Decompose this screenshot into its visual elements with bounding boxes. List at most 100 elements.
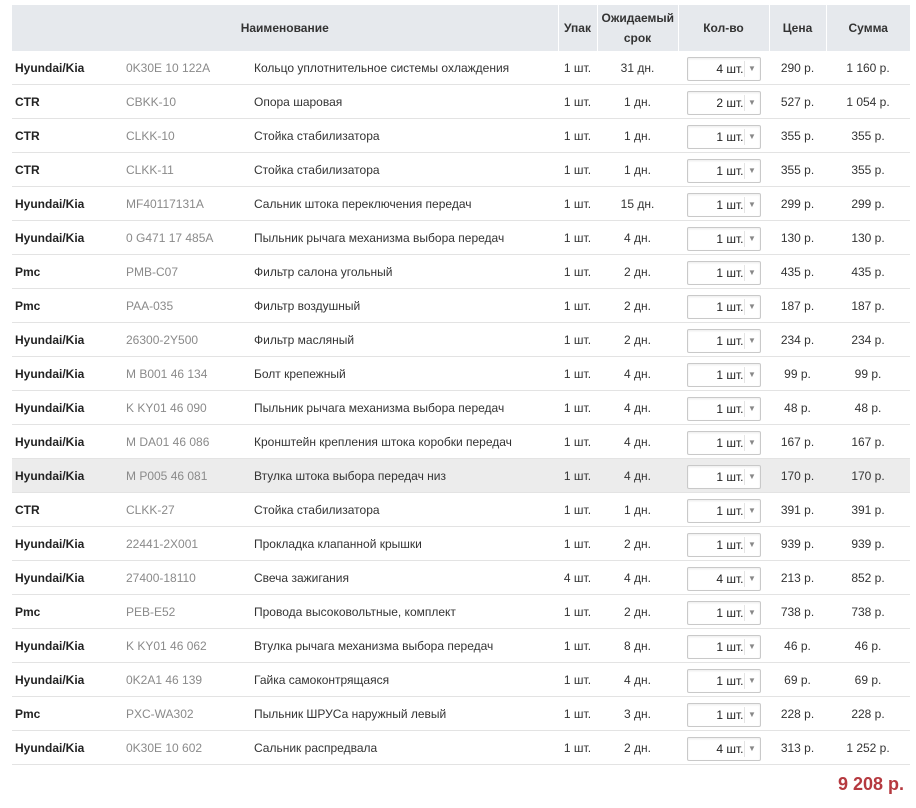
chevron-down-icon[interactable]: ▼ <box>743 401 760 417</box>
quantity-select[interactable]: 1 шт. ▼ <box>686 703 761 727</box>
cell-article: M B001 46 134 <box>123 356 252 391</box>
table-row: Hyundai/Kia M DA01 46 086 Кронштейн крепле… <box>12 424 910 459</box>
cell-qty: 1 шт. ▼ <box>678 424 769 459</box>
quantity-select[interactable]: 1 шт. ▼ <box>686 635 761 659</box>
header-days: Ожидаемый срок <box>597 5 679 51</box>
cell-qty: 1 шт. ▼ <box>678 594 769 629</box>
quantity-select[interactable]: 1 шт. ▼ <box>686 261 761 285</box>
cell-article: K KY01 46 062 <box>123 628 252 663</box>
cell-sum: 228 р. <box>826 696 910 731</box>
cell-sum: 69 р. <box>826 662 910 697</box>
quantity-select[interactable]: 1 шт. ▼ <box>686 193 761 217</box>
chevron-down-icon[interactable]: ▼ <box>743 95 760 111</box>
quantity-value: 1 шт. <box>716 368 744 382</box>
quantity-select[interactable]: 4 шт. ▼ <box>686 737 761 761</box>
chevron-down-icon[interactable]: ▼ <box>743 129 760 145</box>
quantity-select[interactable]: 1 шт. ▼ <box>686 397 761 421</box>
chevron-down-icon[interactable]: ▼ <box>743 367 760 383</box>
quantity-select[interactable]: 1 шт. ▼ <box>686 465 761 489</box>
quantity-value: 1 шт. <box>716 504 744 518</box>
table-row: Pmc PAA-035 Фильтр воздушный 1 шт. 2 дн. 1 шт… <box>12 288 910 323</box>
cell-qty: 2 шт. ▼ <box>678 84 769 119</box>
cell-sum: 1 054 р. <box>826 84 910 119</box>
cell-sum: 48 р. <box>826 390 910 425</box>
chevron-down-icon[interactable]: ▼ <box>743 537 760 553</box>
cell-price: 290 р. <box>769 51 826 85</box>
quantity-select[interactable]: 1 шт. ▼ <box>686 533 761 557</box>
cell-article: 0K30E 10 122A <box>123 51 252 85</box>
order-total: 9 208 р. <box>837 774 904 794</box>
cell-name: Свеча зажигания <box>252 560 558 595</box>
cell-brand: Hyundai/Kia <box>12 526 123 561</box>
cell-pack: 1 шт. <box>558 662 597 697</box>
header-name: Наименование <box>12 5 559 51</box>
quantity-select[interactable]: 1 шт. ▼ <box>686 295 761 319</box>
quantity-select[interactable]: 1 шт. ▼ <box>686 363 761 387</box>
chevron-down-icon[interactable]: ▼ <box>743 333 760 349</box>
chevron-down-icon[interactable]: ▼ <box>743 503 760 519</box>
chevron-down-icon[interactable]: ▼ <box>743 435 760 451</box>
cell-sum: 435 р. <box>826 254 910 289</box>
cell-price: 187 р. <box>769 288 826 323</box>
quantity-select[interactable]: 1 шт. ▼ <box>686 227 761 251</box>
quantity-value: 1 шт. <box>716 538 744 552</box>
quantity-select[interactable]: 4 шт. ▼ <box>686 567 761 591</box>
cell-article: PEB-E52 <box>123 594 252 629</box>
cell-price: 299 р. <box>769 186 826 221</box>
cell-brand: Hyundai/Kia <box>12 662 123 697</box>
cell-pack: 1 шт. <box>558 186 597 221</box>
cell-sum: 738 р. <box>826 594 910 629</box>
cell-pack: 1 шт. <box>558 84 597 119</box>
quantity-select[interactable]: 1 шт. ▼ <box>686 499 761 523</box>
cell-article: MF40117131A <box>123 186 252 221</box>
cell-article: 26300-2Y500 <box>123 322 252 357</box>
cell-days: 2 дн. <box>597 254 678 289</box>
quantity-value: 4 шт. <box>716 572 744 586</box>
cell-days: 8 дн. <box>597 628 678 663</box>
quantity-select[interactable]: 1 шт. ▼ <box>686 669 761 693</box>
chevron-down-icon[interactable]: ▼ <box>743 605 760 621</box>
chevron-down-icon[interactable]: ▼ <box>743 469 760 485</box>
cell-days: 4 дн. <box>597 390 678 425</box>
chevron-down-icon[interactable]: ▼ <box>743 265 760 281</box>
cell-sum: 167 р. <box>826 424 910 459</box>
cell-sum: 1 252 р. <box>826 730 910 765</box>
quantity-select[interactable]: 1 шт. ▼ <box>686 125 761 149</box>
chevron-down-icon[interactable]: ▼ <box>743 299 760 315</box>
cell-price: 355 р. <box>769 118 826 153</box>
cell-days: 3 дн. <box>597 696 678 731</box>
cell-name: Стойка стабилизатора <box>252 118 558 153</box>
cell-sum: 187 р. <box>826 288 910 323</box>
chevron-down-icon[interactable]: ▼ <box>743 639 760 655</box>
quantity-select[interactable]: 1 шт. ▼ <box>686 159 761 183</box>
quantity-select[interactable]: 4 шт. ▼ <box>686 57 761 81</box>
cell-days: 4 дн. <box>597 356 678 391</box>
chevron-down-icon[interactable]: ▼ <box>743 231 760 247</box>
cell-article: 27400-18110 <box>123 560 252 595</box>
cell-brand: Pmc <box>12 288 123 323</box>
table-row: Pmc PXC-WA302 Пыльник ШРУСа наружный левый… <box>12 696 910 731</box>
cell-qty: 1 шт. ▼ <box>678 152 769 187</box>
quantity-select[interactable]: 1 шт. ▼ <box>686 601 761 625</box>
quantity-select[interactable]: 1 шт. ▼ <box>686 431 761 455</box>
header-pack: Упак <box>558 5 598 51</box>
chevron-down-icon[interactable]: ▼ <box>743 571 760 587</box>
cell-brand: Hyundai/Kia <box>12 322 123 357</box>
cell-brand: Hyundai/Kia <box>12 730 123 765</box>
quantity-value: 1 шт. <box>716 232 744 246</box>
cell-name: Гайка самоконтрящаяся <box>252 662 558 697</box>
header-days-label: Ожидаемый срок <box>601 11 675 45</box>
chevron-down-icon[interactable]: ▼ <box>743 673 760 689</box>
chevron-down-icon[interactable]: ▼ <box>743 61 760 77</box>
quantity-select[interactable]: 1 шт. ▼ <box>686 329 761 353</box>
chevron-down-icon[interactable]: ▼ <box>743 741 760 757</box>
cell-article: K KY01 46 090 <box>123 390 252 425</box>
chevron-down-icon[interactable]: ▼ <box>743 707 760 723</box>
chevron-down-icon[interactable]: ▼ <box>743 197 760 213</box>
table-row: CTR CLKK-10 Стойка стабилизатора 1 шт. 1 дн.… <box>12 118 910 153</box>
cell-pack: 1 шт. <box>558 152 597 187</box>
chevron-down-icon[interactable]: ▼ <box>743 163 760 179</box>
cell-name: Втулка штока выбора передач низ <box>252 458 558 493</box>
quantity-select[interactable]: 2 шт. ▼ <box>686 91 761 115</box>
quantity-value: 1 шт. <box>716 198 744 212</box>
